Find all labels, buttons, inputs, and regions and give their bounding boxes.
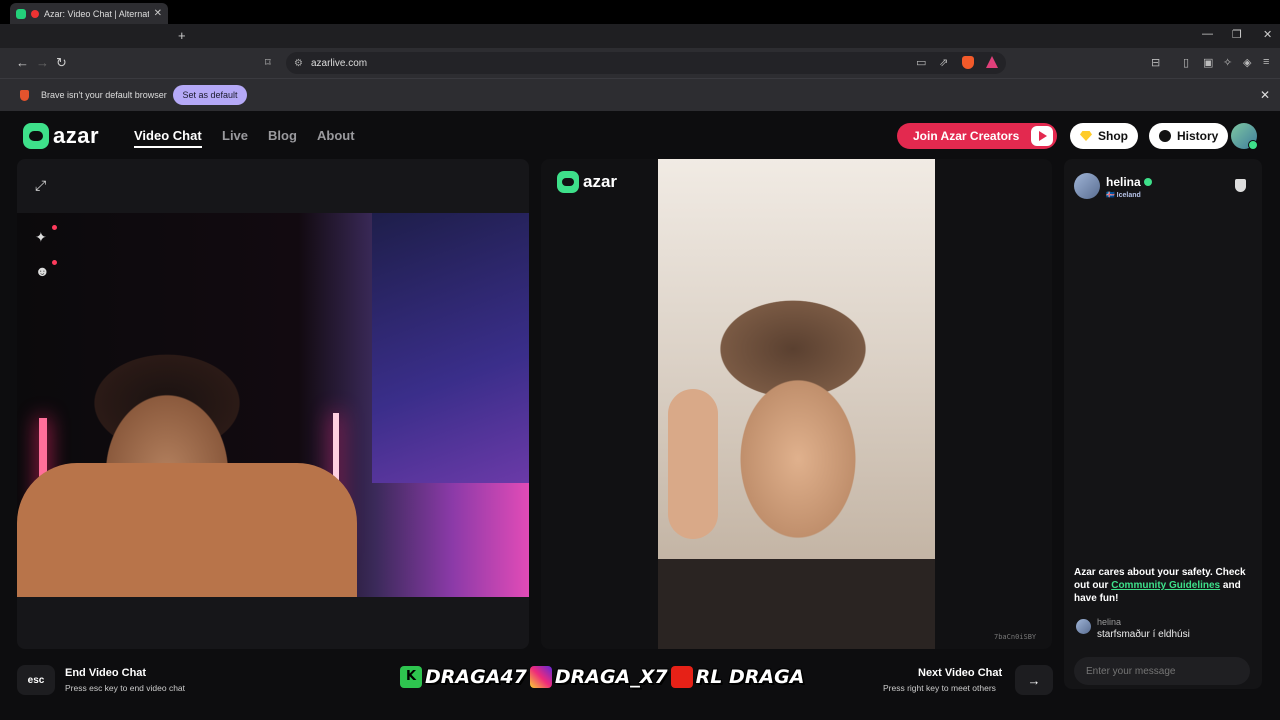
shop-button[interactable]: Shop xyxy=(1070,123,1138,149)
menu-icon[interactable]: ≡ xyxy=(1263,56,1269,68)
infobar-message: Brave isn't your default browser xyxy=(41,90,167,100)
nav-video-chat[interactable]: Video Chat xyxy=(134,128,202,148)
message-text: starfsmaður í eldhúsi xyxy=(1097,629,1190,640)
peer-video-panel: azar 7baCn0iSBY xyxy=(541,159,1052,649)
share-icon[interactable]: ⇗ xyxy=(939,56,948,69)
next-video-chat-hint: Press right key to meet others xyxy=(883,683,996,693)
end-video-chat-title[interactable]: End Video Chat xyxy=(65,667,146,679)
brave-shields-icon[interactable] xyxy=(962,56,974,69)
end-video-chat-hint: Press esc key to end video chat xyxy=(65,683,186,693)
safety-notice: Azar cares about your safety. Check out … xyxy=(1074,566,1254,605)
self-video-panel: ⤢ ✦ ☻ xyxy=(17,159,529,649)
vpn-icon[interactable]: ◈ xyxy=(1243,56,1251,69)
tab-close-icon[interactable]: ✕ xyxy=(154,8,162,19)
effects-sparkle-icon[interactable]: ✦ xyxy=(35,229,47,246)
shop-label: Shop xyxy=(1098,129,1128,143)
clock-icon xyxy=(1159,130,1171,142)
notification-dot xyxy=(52,225,57,230)
url-text: azarlive.com xyxy=(310,57,368,69)
forward-button[interactable]: → xyxy=(36,55,49,70)
instagram-handle: DRAGA_X7 xyxy=(554,666,668,688)
window-close-button[interactable]: ✕ xyxy=(1263,28,1272,41)
expand-icon[interactable]: ⤢ xyxy=(35,177,46,194)
window-minimize-button[interactable]: — xyxy=(1202,28,1213,40)
default-browser-infobar: Brave isn't your default browser Set as … xyxy=(0,78,1280,111)
youtube-icon xyxy=(670,666,693,688)
site-settings-icon[interactable]: ⚙ xyxy=(294,58,303,69)
instagram-icon xyxy=(529,666,552,688)
play-icon xyxy=(1031,126,1053,146)
chat-message: helina starfsmaður í eldhúsi xyxy=(1076,617,1190,640)
wall-poster xyxy=(372,213,529,483)
kick-handle: DRAGA47 xyxy=(425,666,527,688)
verified-icon xyxy=(1143,178,1152,186)
message-avatar xyxy=(1076,619,1091,634)
stream-overlay: K DRAGA47 DRAGA_X7 RL DRAGA xyxy=(400,664,804,690)
chat-panel: helina 🇮🇸 Iceland Azar cares about your … xyxy=(1064,159,1262,689)
report-shield-icon[interactable] xyxy=(1235,179,1246,192)
logo-text: azar xyxy=(53,123,100,148)
peer-avatar[interactable] xyxy=(1074,173,1100,199)
self-camera-feed xyxy=(17,213,529,597)
kick-icon: K xyxy=(400,666,422,688)
peer-info[interactable]: helina 🇮🇸 Iceland xyxy=(1074,173,1152,199)
tab-search-icon[interactable]: ⊟ xyxy=(1151,56,1160,69)
community-guidelines-link[interactable]: Community Guidelines xyxy=(1111,580,1220,591)
nav-live[interactable]: Live xyxy=(222,128,248,143)
recording-indicator-icon xyxy=(31,9,39,18)
browser-tab[interactable]: Azar: Video Chat | Alternative ✕ xyxy=(10,3,168,24)
join-creators-button[interactable]: Join Azar Creators xyxy=(897,123,1057,149)
tab-title: Azar: Video Chat | Alternative xyxy=(44,8,149,19)
esc-key-button[interactable]: esc xyxy=(17,665,55,695)
session-id: 7baCn0iSBY xyxy=(994,633,1037,641)
join-creators-label: Join Azar Creators xyxy=(913,129,1020,143)
message-input[interactable] xyxy=(1074,657,1250,685)
next-arrow-button[interactable]: → xyxy=(1015,665,1053,695)
wallet-icon[interactable]: ▣ xyxy=(1203,56,1213,69)
window-restore-button[interactable]: ❐ xyxy=(1232,28,1242,41)
azar-logo-icon xyxy=(557,171,579,193)
sidebar-toggle-icon[interactable]: ▯ xyxy=(1183,56,1189,69)
history-label: History xyxy=(1177,129,1219,143)
message-sender: helina xyxy=(1097,617,1122,627)
cast-icon[interactable]: ▭ xyxy=(916,56,926,69)
peer-body xyxy=(658,559,935,649)
bookmark-icon[interactable]: ⌑ xyxy=(265,56,271,69)
watermark-text: azar xyxy=(583,172,618,191)
peer-name: helina xyxy=(1106,175,1141,189)
notification-dot xyxy=(52,260,57,265)
peer-country: 🇮🇸 Iceland xyxy=(1106,192,1141,199)
person-shirt xyxy=(17,463,357,597)
video-watermark-logo: azar xyxy=(557,171,617,193)
brave-logo-icon xyxy=(20,90,29,101)
peer-hand xyxy=(668,389,718,539)
new-tab-button[interactable]: + xyxy=(178,28,186,43)
azar-logo[interactable]: azar xyxy=(23,123,99,149)
reload-button[interactable]: ↻ xyxy=(56,55,67,71)
gem-icon xyxy=(1080,131,1092,141)
nav-blog[interactable]: Blog xyxy=(268,128,297,143)
azar-favicon-icon xyxy=(16,8,26,19)
back-button[interactable]: ← xyxy=(16,55,29,70)
nav-about[interactable]: About xyxy=(317,128,355,143)
leo-ai-icon[interactable]: ✧ xyxy=(1223,56,1232,69)
azar-logo-icon xyxy=(23,123,49,149)
next-video-chat-title[interactable]: Next Video Chat xyxy=(918,667,1002,679)
user-avatar[interactable] xyxy=(1231,123,1258,150)
azar-site: azar Video Chat Live Blog About Join Aza… xyxy=(0,111,1280,720)
set-default-button[interactable]: Set as default xyxy=(173,85,247,105)
youtube-handle: RL DRAGA xyxy=(695,666,805,688)
browser-tab-bar xyxy=(0,24,1280,48)
face-filter-icon[interactable]: ☻ xyxy=(35,263,50,279)
infobar-close-icon[interactable]: ✕ xyxy=(1260,88,1270,102)
peer-camera-feed xyxy=(658,159,935,649)
address-bar[interactable]: ⚙ azarlive.com xyxy=(286,52,1006,74)
history-button[interactable]: History xyxy=(1149,123,1229,149)
